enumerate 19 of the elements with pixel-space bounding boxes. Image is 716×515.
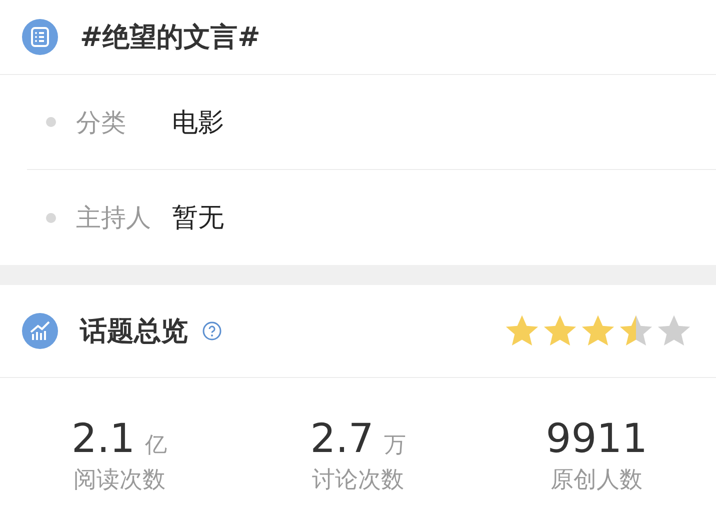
stat-number: 9911: [546, 416, 648, 462]
topic-title: #绝望的文言#: [80, 21, 260, 55]
stat-unit: 万: [384, 432, 406, 460]
bullet-icon: [46, 117, 56, 127]
stat-number: 2.1: [72, 416, 136, 462]
info-label: 主持人: [76, 202, 152, 234]
info-label: 分类: [76, 106, 127, 138]
stat-label: 讨论次数: [312, 466, 404, 495]
stat-label: 阅读次数: [73, 466, 166, 495]
chart-icon: [22, 313, 58, 349]
stat-label: 原创人数: [550, 466, 643, 495]
info-value: 电影: [172, 106, 224, 140]
bullet-icon: [46, 212, 56, 222]
section-title: 话题总览: [80, 315, 188, 349]
stat-unit: 亿: [145, 432, 168, 460]
list-icon: [22, 19, 58, 55]
help-icon[interactable]: [202, 321, 222, 341]
info-value: 暂无: [172, 202, 224, 235]
stat-number: 2.7: [310, 416, 374, 462]
